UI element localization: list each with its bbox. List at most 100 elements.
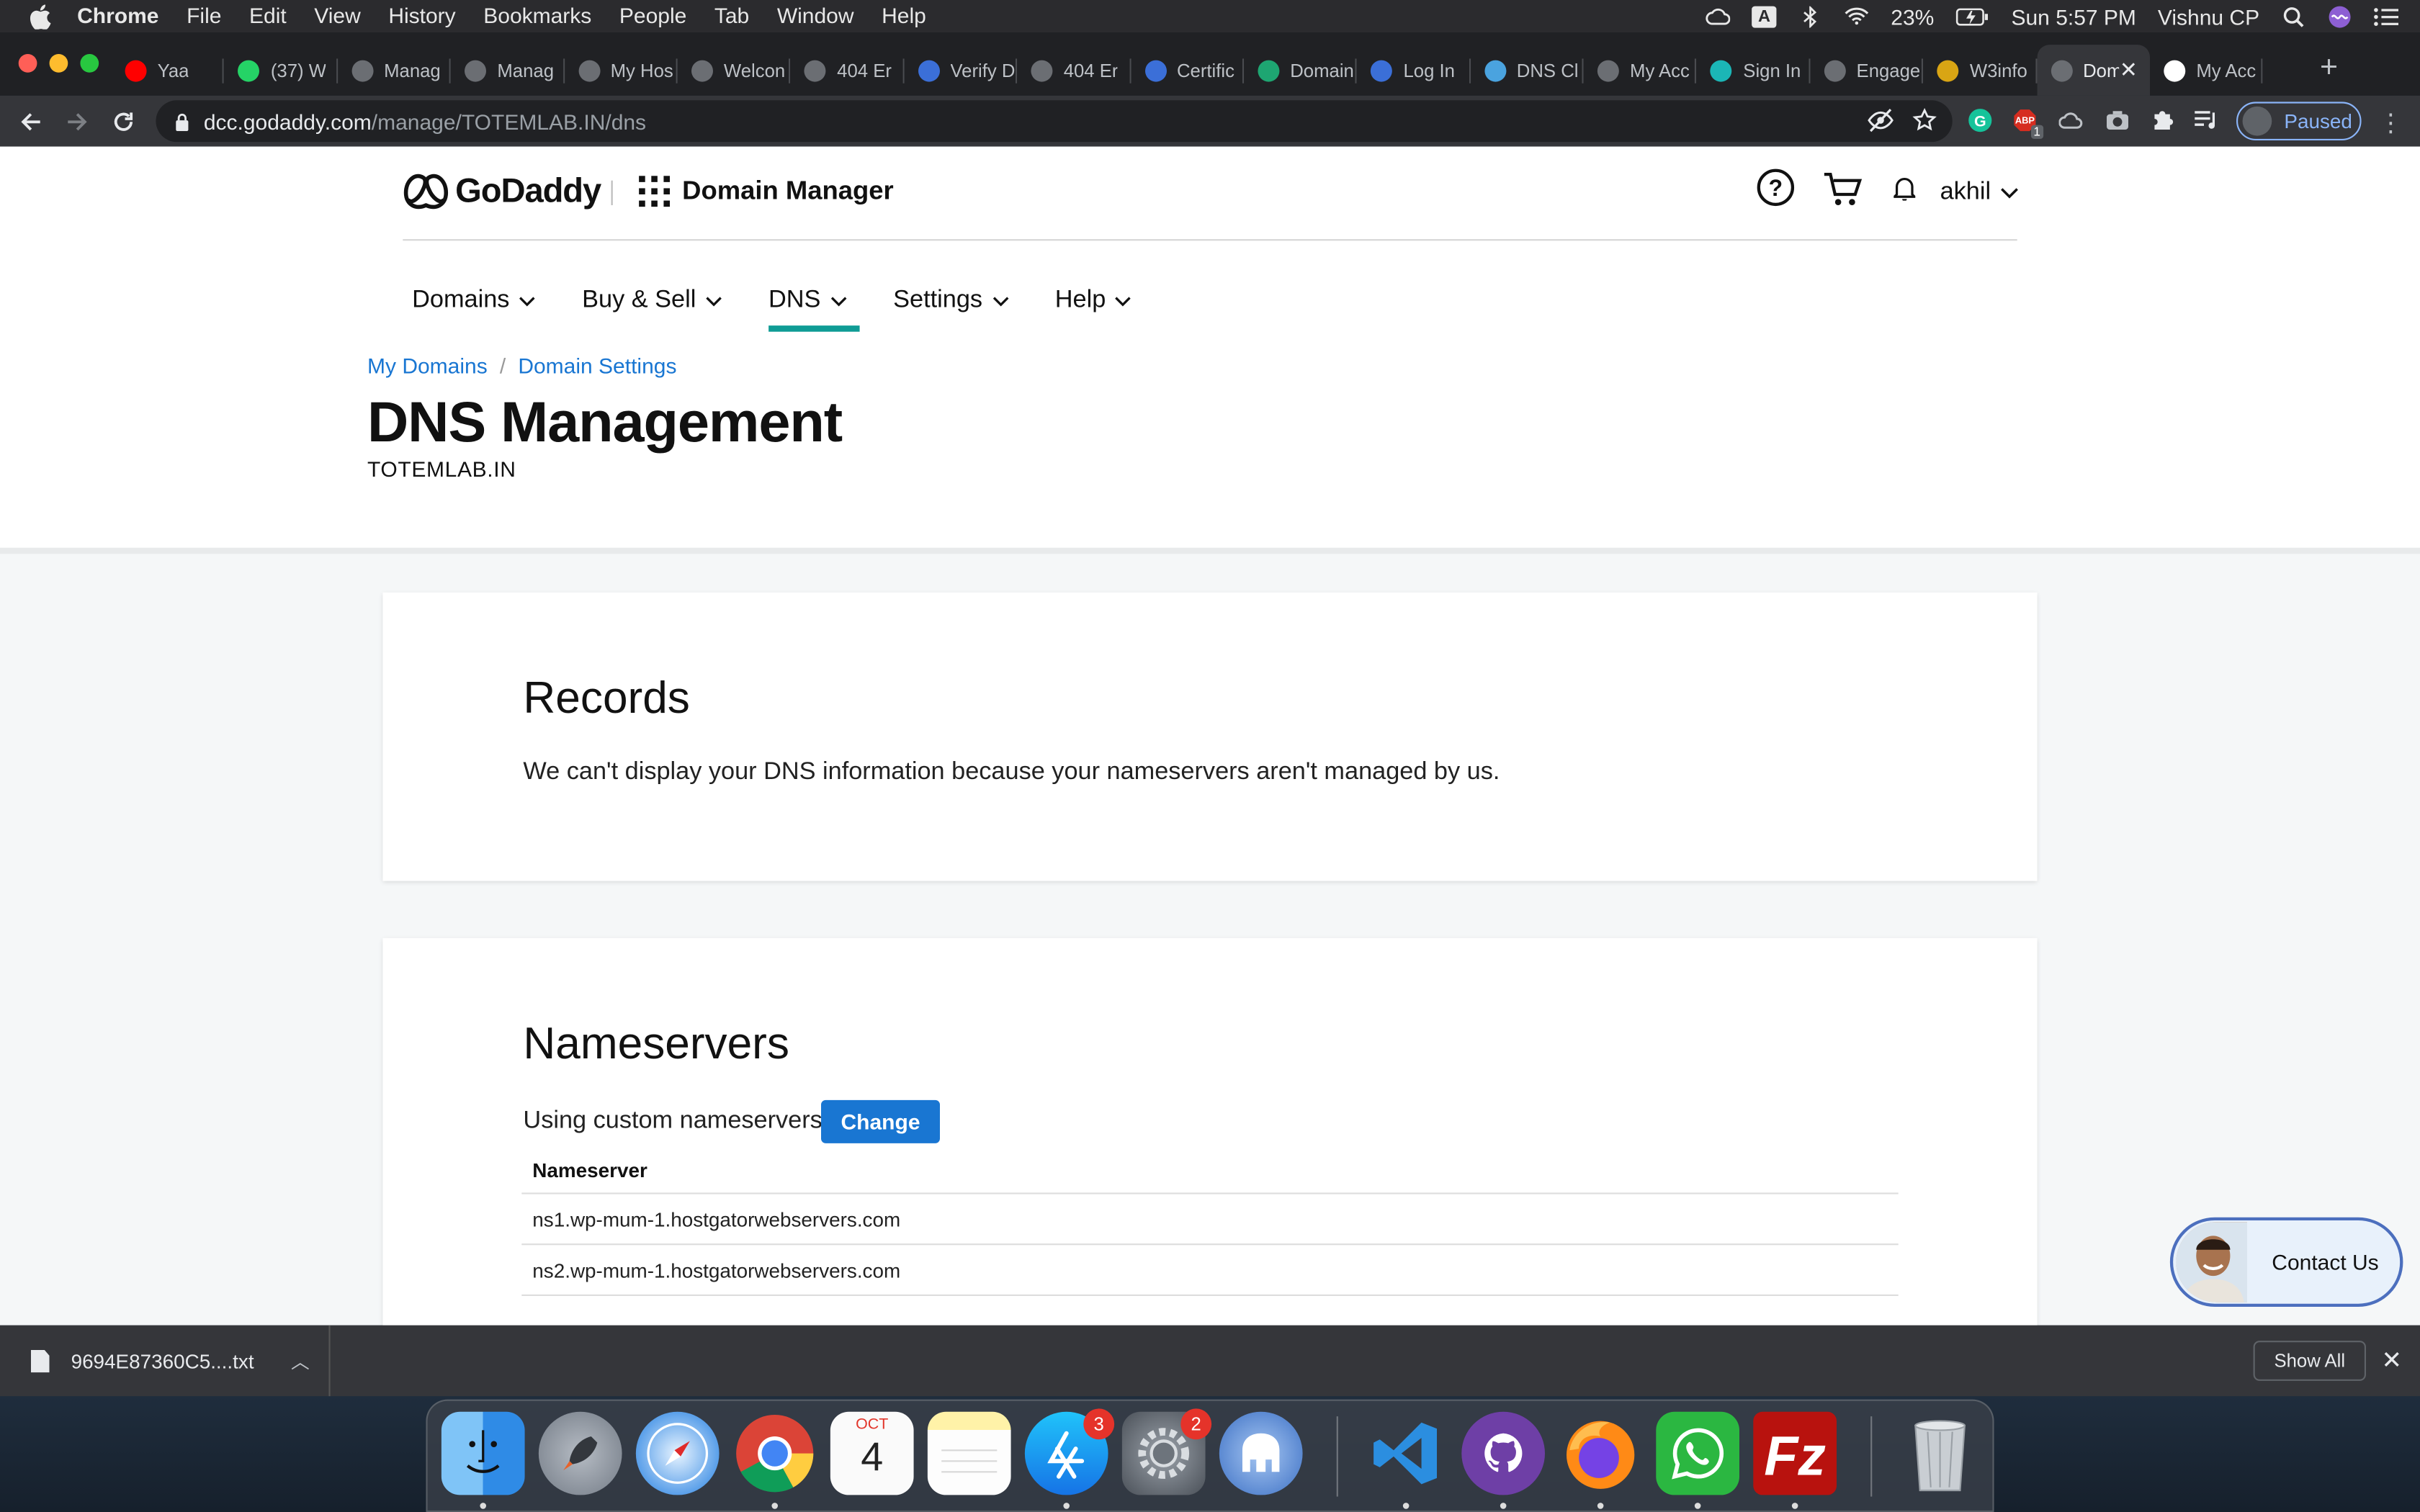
vscode-icon[interactable]: [1364, 1412, 1448, 1509]
download-item[interactable]: 9694E87360C5....txt ︿: [0, 1325, 331, 1397]
reload-button[interactable]: [108, 107, 139, 138]
change-nameservers-button[interactable]: Change: [821, 1099, 940, 1143]
divider: [611, 180, 613, 205]
creative-cloud-icon[interactable]: [1706, 6, 1731, 27]
notes-icon[interactable]: [927, 1411, 1011, 1495]
apple-icon[interactable]: [28, 4, 53, 29]
filezilla-icon[interactable]: Fz: [1753, 1411, 1837, 1509]
system-preferences-icon[interactable]: 2: [1121, 1408, 1212, 1495]
browser-tab[interactable]: Manag: [451, 45, 565, 96]
new-tab-button[interactable]: +: [2311, 51, 2347, 86]
contact-us-button[interactable]: Contact Us: [2169, 1217, 2403, 1307]
firefox-icon[interactable]: [1559, 1412, 1642, 1509]
downloads-bar: 9694E87360C5....txt ︿ Show All ✕: [0, 1325, 2420, 1397]
nav-item-domains[interactable]: Domains: [412, 270, 536, 332]
breadcrumb-my-domains[interactable]: My Domains: [367, 354, 488, 378]
media-control-icon[interactable]: [2195, 108, 2219, 132]
window-minimize-button[interactable]: [49, 54, 68, 73]
input-source-icon[interactable]: A: [1752, 5, 1777, 27]
browser-tab[interactable]: Verify D: [904, 45, 1018, 96]
browser-tab[interactable]: My Hos: [564, 45, 678, 96]
tracking-blocked-icon[interactable]: [1868, 108, 1894, 132]
browser-tab[interactable]: Manag: [338, 45, 452, 96]
forward-button[interactable]: [62, 107, 93, 138]
cart-icon[interactable]: [1823, 171, 1863, 216]
whatsapp-icon[interactable]: [1656, 1411, 1739, 1509]
screenshot-extension-icon[interactable]: [2105, 108, 2130, 132]
close-downloads-bar-icon[interactable]: ✕: [2381, 1346, 2402, 1377]
browser-tab[interactable]: Yaa: [111, 45, 225, 96]
extensions-puzzle-icon[interactable]: [2150, 108, 2174, 132]
chrome-dock-icon[interactable]: [733, 1412, 817, 1509]
nav-item-help[interactable]: Help: [1055, 270, 1132, 332]
browser-tab[interactable]: Sign In: [1697, 45, 1811, 96]
browser-tab[interactable]: My Acc: [2150, 45, 2264, 96]
menu-tab[interactable]: Tab: [714, 0, 749, 32]
browser-tab[interactable]: My Acc: [1584, 45, 1698, 96]
wifi-icon[interactable]: [1845, 6, 1869, 27]
notification-center-icon[interactable]: [2374, 6, 2398, 27]
browser-tab[interactable]: W3info: [1924, 45, 2037, 96]
spotlight-search-icon[interactable]: [2281, 6, 2305, 27]
menu-people[interactable]: People: [619, 0, 686, 32]
back-button[interactable]: [15, 107, 46, 138]
chevron-up-icon[interactable]: ︿: [291, 1348, 310, 1374]
app-grid-icon[interactable]: [639, 176, 670, 207]
nav-item-buy-sell[interactable]: Buy & Sell: [582, 270, 722, 332]
menu-window[interactable]: Window: [777, 0, 854, 32]
tab-active[interactable]: Dom ✕: [2036, 45, 2151, 96]
browser-tab[interactable]: (37) W: [225, 45, 338, 96]
godaddy-logo[interactable]: GoDaddy: [403, 171, 601, 212]
menu-help[interactable]: Help: [882, 0, 926, 32]
launchpad-icon[interactable]: [538, 1411, 622, 1495]
help-icon[interactable]: ?: [1757, 168, 1796, 215]
browser-tab[interactable]: Welcon: [678, 45, 791, 96]
grammarly-extension-icon[interactable]: G: [1968, 108, 1992, 132]
finder-icon[interactable]: [441, 1411, 525, 1509]
browser-tab[interactable]: Engage: [1810, 45, 1924, 96]
menu-app-chrome[interactable]: Chrome: [77, 0, 158, 32]
window-close-button[interactable]: [18, 54, 37, 73]
calendar-icon[interactable]: OCT 4: [830, 1411, 914, 1495]
browser-tab[interactable]: Domain: [1244, 45, 1358, 96]
notifications-bell-icon[interactable]: [1891, 176, 1918, 208]
menu-edit[interactable]: Edit: [249, 0, 287, 32]
adblock-plus-extension-icon[interactable]: ABP 1: [2012, 108, 2044, 139]
browser-tab[interactable]: DNS Cl: [1470, 45, 1584, 96]
lock-icon[interactable]: [174, 112, 189, 131]
download-filename: 9694E87360C5....txt: [71, 1349, 254, 1373]
nav-item-dns[interactable]: DNS: [768, 270, 859, 332]
tab-label: (37) W: [270, 59, 326, 81]
show-all-downloads-button[interactable]: Show All: [2253, 1341, 2366, 1381]
trash-icon[interactable]: [1899, 1412, 1982, 1495]
menu-file[interactable]: File: [187, 0, 221, 32]
menu-history[interactable]: History: [388, 0, 455, 32]
cloud-extension-icon[interactable]: [2058, 108, 2084, 132]
browser-tab[interactable]: 404 Er: [1017, 45, 1131, 96]
chrome-menu-icon[interactable]: ⋮: [2378, 108, 2403, 139]
bluetooth-icon[interactable]: [1798, 5, 1823, 27]
browser-tab[interactable]: Log In: [1357, 45, 1471, 96]
browser-tab[interactable]: Certific: [1131, 45, 1244, 96]
clock[interactable]: Sun 5:57 PM: [2011, 4, 2136, 28]
tab-label: DNS Cl: [1516, 59, 1579, 81]
battery-charging-icon[interactable]: [1955, 6, 1989, 27]
profile-button[interactable]: Paused: [2236, 102, 2362, 140]
breadcrumb-domain-settings[interactable]: Domain Settings: [518, 354, 676, 378]
menu-bookmarks[interactable]: Bookmarks: [483, 0, 591, 32]
close-tab-icon[interactable]: ✕: [2120, 57, 2138, 83]
mamp-elephant-icon[interactable]: [1219, 1411, 1303, 1495]
product-name[interactable]: Domain Manager: [682, 176, 894, 207]
browser-tab[interactable]: 404 Er: [791, 45, 905, 96]
safari-icon[interactable]: [635, 1411, 720, 1495]
app-store-icon[interactable]: 3: [1024, 1408, 1115, 1509]
github-desktop-icon[interactable]: [1461, 1411, 1545, 1509]
address-bar[interactable]: dcc.godaddy.com/manage/TOTEMLAB.IN/dns: [156, 100, 1953, 143]
window-zoom-button[interactable]: [80, 54, 99, 73]
account-menu[interactable]: akhil: [1940, 179, 2019, 207]
menu-view[interactable]: View: [314, 0, 360, 32]
nav-item-settings[interactable]: Settings: [893, 270, 1008, 332]
menubar-user[interactable]: Vishnu CP: [2158, 4, 2259, 28]
bookmark-star-icon[interactable]: [1912, 108, 1937, 132]
siri-icon[interactable]: [2327, 5, 2352, 27]
